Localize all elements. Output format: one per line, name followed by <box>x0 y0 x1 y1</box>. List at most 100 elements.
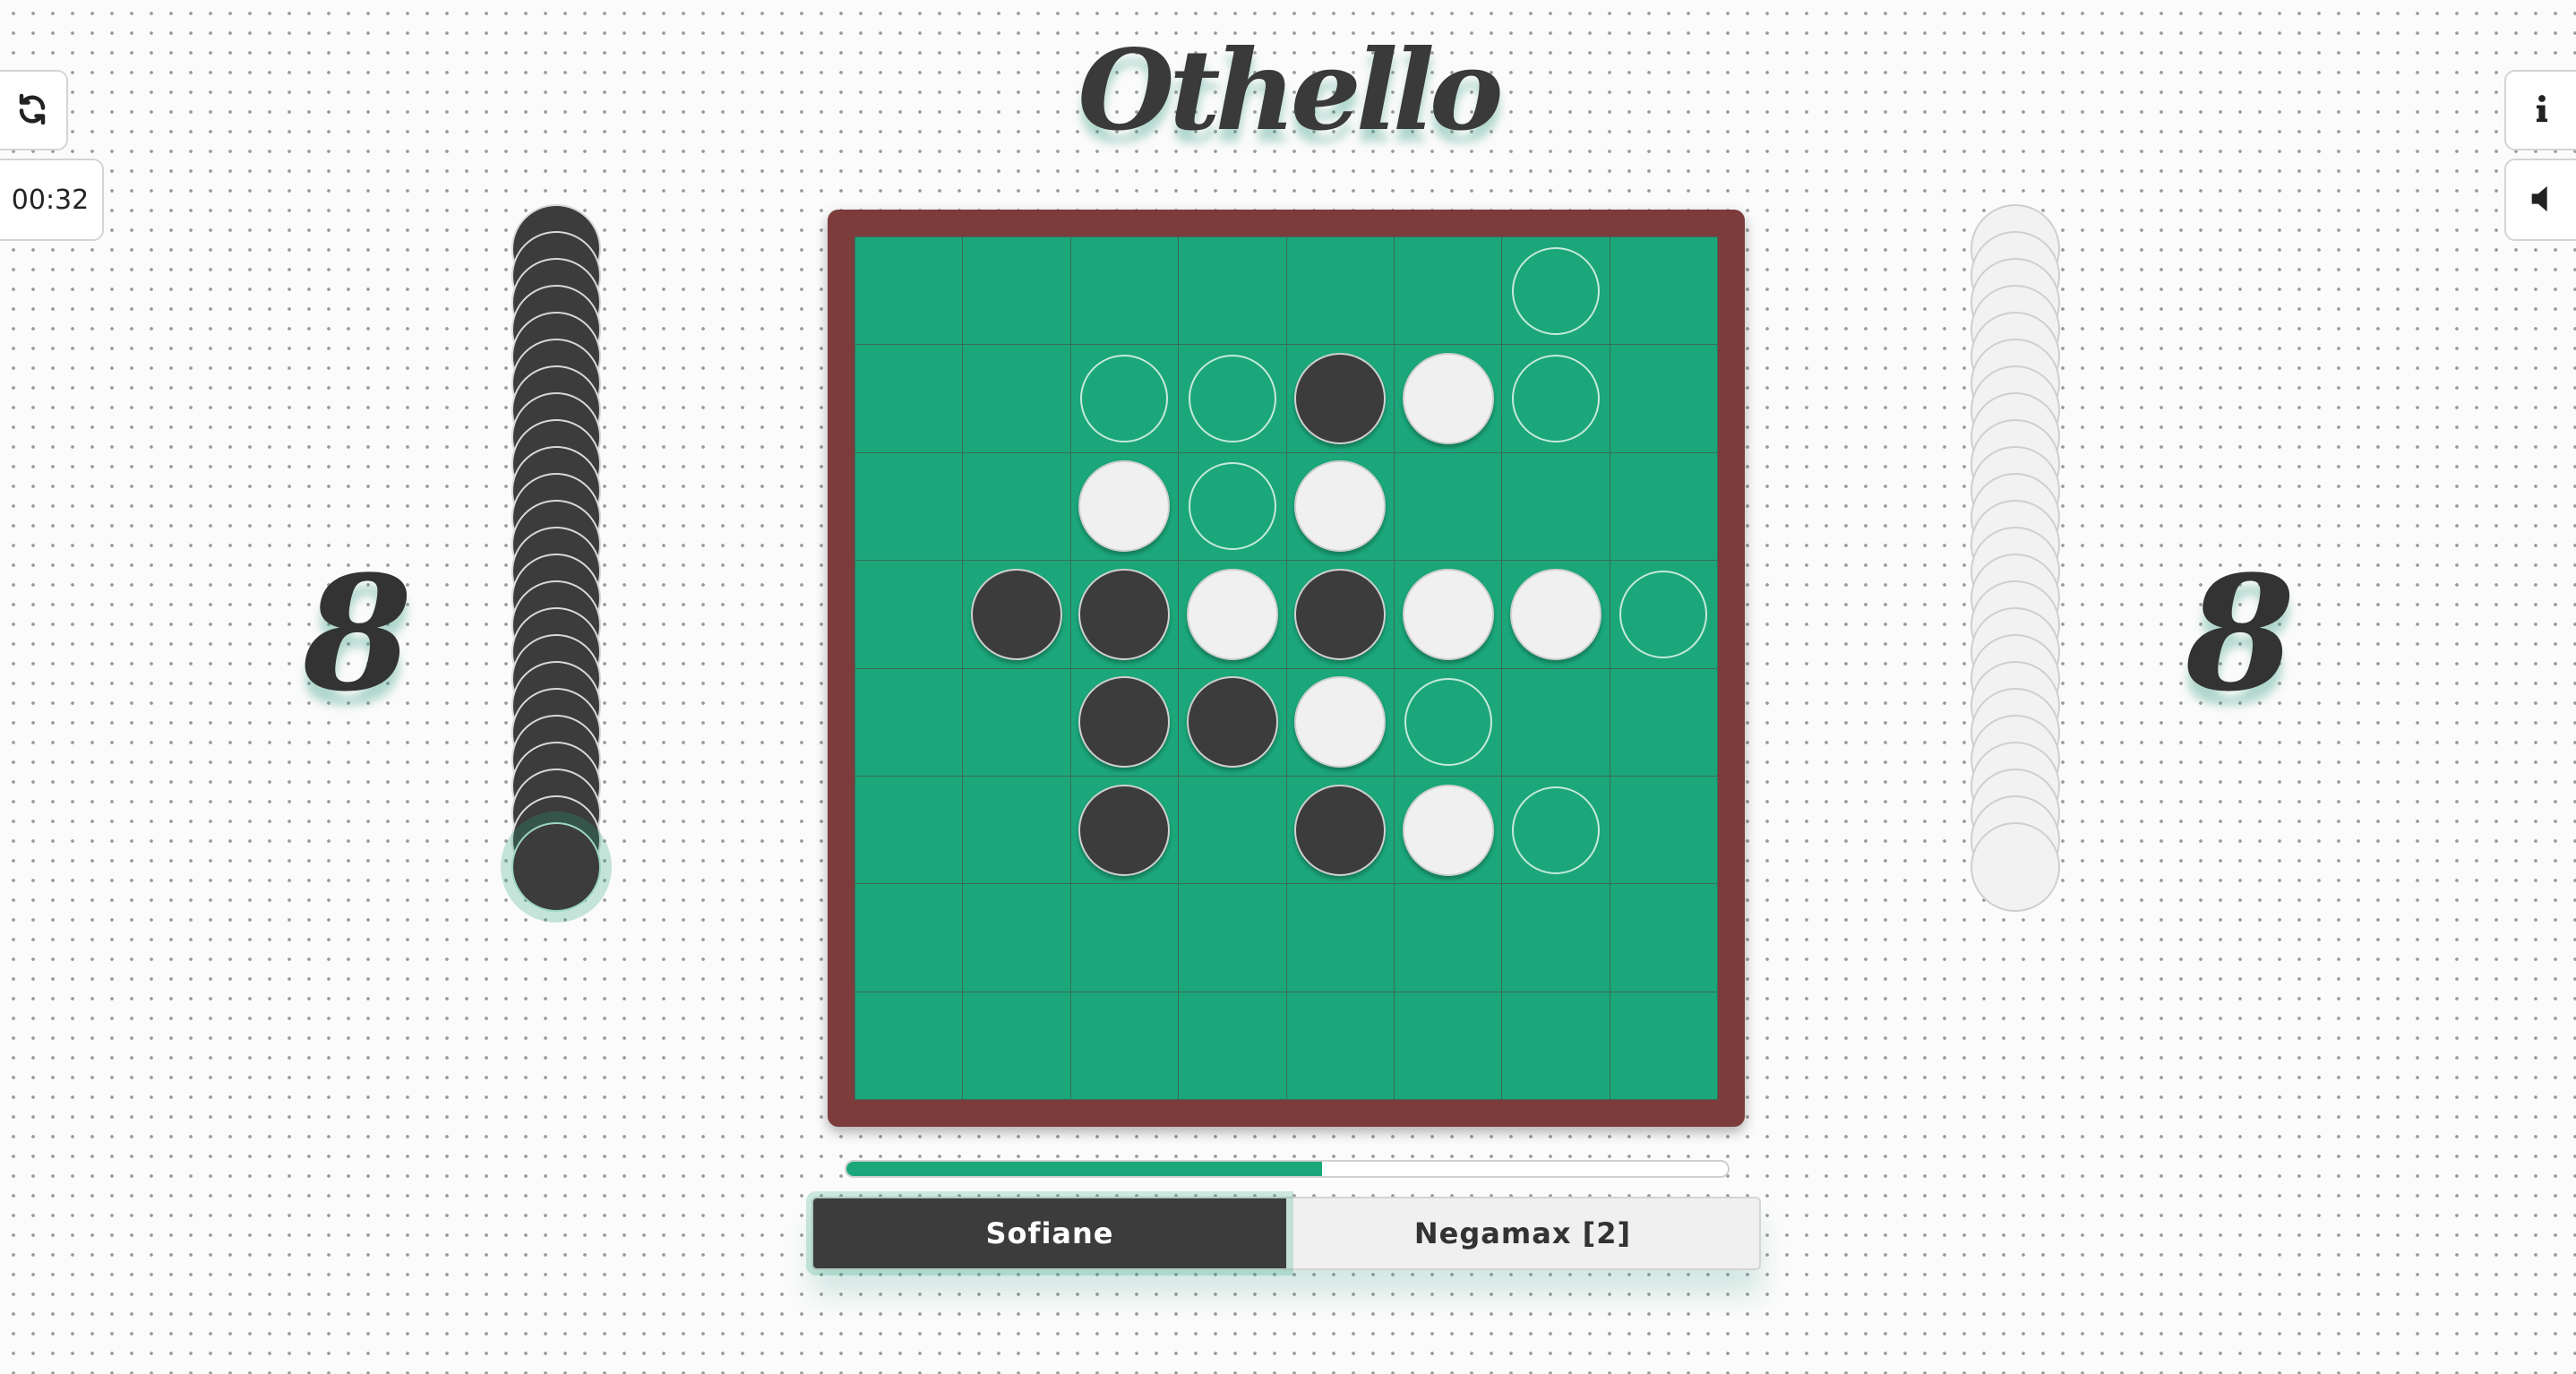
board-cell <box>1610 345 1718 453</box>
black-disc <box>1294 568 1387 660</box>
board-cell <box>1610 992 1718 1100</box>
board-cell <box>1179 668 1287 777</box>
board-cell <box>1394 884 1503 992</box>
board-cell <box>1502 668 1610 777</box>
board-cell <box>963 776 1071 885</box>
board-cell <box>963 345 1071 453</box>
valid-move-hint[interactable] <box>1511 246 1600 335</box>
black-disc <box>971 568 1063 660</box>
board-cell <box>1070 884 1180 992</box>
valid-move-hint[interactable] <box>1080 355 1169 443</box>
board-cell <box>963 992 1071 1100</box>
speaker-icon <box>2529 184 2555 217</box>
black-disc <box>1078 784 1171 876</box>
board-cell <box>1394 992 1503 1100</box>
black-disc <box>1294 784 1387 876</box>
board-cell <box>1286 561 1395 669</box>
board-cell <box>855 345 964 453</box>
board-cell[interactable] <box>1394 668 1503 777</box>
board-cell[interactable] <box>1502 237 1610 346</box>
board-cell <box>1610 237 1718 346</box>
board-cell <box>1286 776 1395 885</box>
players-panel: Sofiane Negamax [2] <box>811 1197 1761 1270</box>
white-disc <box>1294 676 1387 769</box>
board-cell <box>855 452 964 562</box>
board-cell <box>1070 992 1180 1100</box>
progress-fill <box>846 1162 1323 1176</box>
board-cell <box>1286 668 1395 777</box>
board-cell <box>963 237 1071 346</box>
board-cell <box>855 561 964 669</box>
board-cell <box>1502 992 1610 1100</box>
stack-disc <box>1971 822 2060 912</box>
board-frame <box>828 210 1745 1127</box>
board-cell <box>855 237 964 346</box>
board-cell[interactable] <box>1179 345 1287 453</box>
board-cell <box>1179 776 1287 885</box>
board-cell <box>963 452 1071 562</box>
board-cell <box>1070 561 1180 669</box>
board-cell <box>1070 668 1180 777</box>
board-cell <box>1610 776 1718 885</box>
board-cell <box>1179 561 1287 669</box>
board-cell <box>1394 776 1503 885</box>
valid-move-hint[interactable] <box>1511 355 1600 443</box>
valid-move-hint[interactable] <box>1511 786 1600 874</box>
stack-disc <box>511 822 601 912</box>
valid-move-hint[interactable] <box>1188 462 1276 551</box>
board-cell <box>1502 561 1610 669</box>
refresh-icon <box>16 93 48 128</box>
black-disc <box>1078 676 1171 769</box>
game-progress-bar <box>845 1160 1730 1178</box>
restart-button[interactable] <box>0 70 68 150</box>
board-cell <box>963 668 1071 777</box>
board-cell <box>1394 345 1503 453</box>
board-cell <box>1286 884 1395 992</box>
white-disc <box>1402 784 1494 876</box>
board-cell <box>1286 345 1395 453</box>
board-cell <box>1179 884 1287 992</box>
board-cell[interactable] <box>1610 561 1718 669</box>
black-disc <box>1186 676 1278 769</box>
info-button[interactable] <box>2504 70 2576 150</box>
board-cell <box>1610 668 1718 777</box>
sound-button[interactable] <box>2504 159 2576 241</box>
board-cell <box>1070 452 1180 562</box>
black-disc <box>1078 568 1171 660</box>
valid-move-hint[interactable] <box>1619 570 1708 658</box>
board-cell <box>1502 884 1610 992</box>
board-cell <box>1179 992 1287 1100</box>
board-cell <box>963 561 1071 669</box>
black-disc-stack <box>511 204 601 912</box>
board-cell <box>855 884 964 992</box>
game-title: Othello <box>1078 26 1503 156</box>
black-score: 8 <box>303 541 413 726</box>
board-cell <box>1610 452 1718 562</box>
board-cell <box>1286 452 1395 562</box>
board-cell[interactable] <box>1502 345 1610 453</box>
valid-move-hint[interactable] <box>1404 678 1492 767</box>
board-cell <box>1179 237 1287 346</box>
white-disc-stack <box>1971 204 2060 912</box>
board-cell[interactable] <box>1502 776 1610 885</box>
game-board <box>854 236 1718 1100</box>
white-score: 8 <box>2185 541 2296 726</box>
valid-move-hint[interactable] <box>1188 355 1276 443</box>
board-cell <box>855 776 964 885</box>
player-white-name: Negamax [2] <box>1286 1198 1759 1268</box>
white-disc <box>1402 353 1494 445</box>
board-cell[interactable] <box>1070 345 1180 453</box>
white-disc <box>1078 460 1171 553</box>
black-disc <box>1294 353 1387 445</box>
board-cell[interactable] <box>1179 452 1287 562</box>
board-cell <box>1070 237 1180 346</box>
white-disc <box>1509 568 1601 660</box>
white-disc <box>1294 460 1387 553</box>
board-cell <box>1286 237 1395 346</box>
board-cell <box>1394 561 1503 669</box>
white-disc <box>1402 568 1494 660</box>
board-cell <box>1394 452 1503 562</box>
board-cell <box>1502 452 1610 562</box>
white-disc <box>1186 568 1278 660</box>
board-cell <box>1610 884 1718 992</box>
